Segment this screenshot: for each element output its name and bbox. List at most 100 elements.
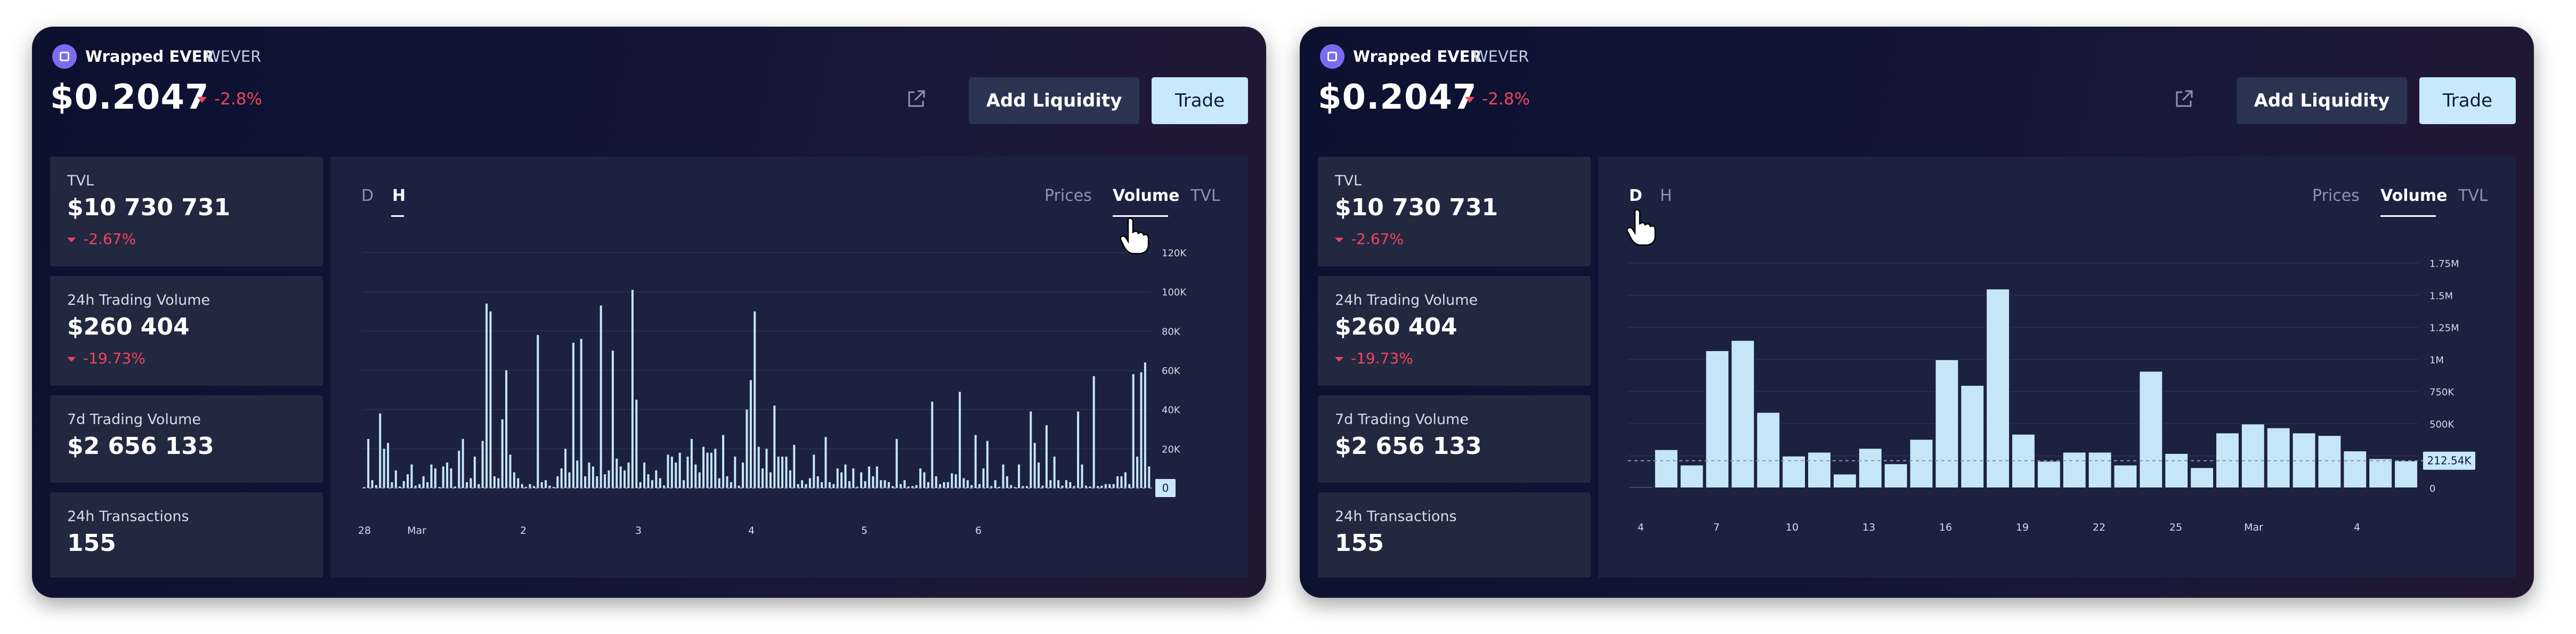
volume-bar-chart: 0250K500K750K1M1.25M1.5M1.75M212.54K4710…	[1628, 258, 2475, 533]
stat-card-24h-transactions: 24h Transactions 155	[1318, 492, 1591, 578]
chart-bar	[2164, 452, 2189, 489]
stat-value: $2 656 133	[1335, 433, 1482, 460]
stat-card-tvl: TVL $10 730 731 -2.67%	[1318, 157, 1591, 266]
trade-button[interactable]: Trade	[1152, 77, 1248, 124]
add-liquidity-button[interactable]: Add Liquidity	[969, 77, 1139, 124]
chart-bar	[1730, 339, 1755, 489]
chart-bar	[477, 484, 480, 488]
chart-bar	[1038, 462, 1040, 488]
stat-label: 24h Trading Volume	[1335, 292, 1478, 308]
chart-bar	[836, 468, 839, 488]
price-change: -2.8%	[1465, 90, 1530, 109]
chart-bar	[604, 474, 606, 488]
chart-bar	[466, 482, 468, 488]
token-panel: Wrapped EVER WEVER $0.2047 -2.8% Add Liq…	[32, 27, 1266, 598]
y-tick-label: 1.5M	[2429, 290, 2453, 302]
chart-bar	[655, 470, 658, 488]
chart-bar	[596, 476, 598, 488]
stat-label: TVL	[67, 173, 94, 189]
stat-change: -2.67%	[67, 230, 136, 248]
chart-bar	[529, 484, 531, 488]
chart-bar	[619, 466, 622, 488]
chart-bar	[746, 409, 748, 488]
chart-bar	[627, 462, 630, 488]
chart-bar	[808, 478, 811, 488]
chart-bar	[588, 462, 590, 488]
chart-bar	[986, 441, 989, 488]
stat-label: 24h Transactions	[1335, 508, 1457, 525]
chart-bar	[568, 472, 571, 488]
chart-bar	[1053, 457, 1056, 488]
chart-bar	[801, 480, 804, 488]
y-tick-label: 0	[2429, 483, 2435, 494]
current-value-label: 0	[1162, 482, 1169, 494]
chart-bar	[1045, 425, 1048, 488]
bar-series	[1629, 288, 2418, 489]
chart-bar	[824, 437, 827, 488]
chart-bar	[903, 480, 906, 488]
token-price: $0.2047	[50, 78, 209, 117]
trade-button[interactable]: Trade	[2419, 77, 2516, 124]
stat-label: TVL	[1335, 173, 1362, 189]
chart-bar	[394, 470, 397, 488]
chart-bar	[935, 476, 937, 488]
chart-bar	[900, 484, 902, 488]
chart-bar	[383, 449, 385, 488]
stat-label: 24h Trading Volume	[67, 292, 210, 308]
chart-bar	[769, 472, 772, 488]
stat-change: -19.73%	[67, 349, 145, 367]
y-tick-label: 20K	[1162, 444, 1181, 455]
chart-bar	[880, 480, 882, 488]
chart-bar	[426, 482, 429, 488]
chart-bar	[1030, 411, 1032, 488]
chart-bar	[895, 438, 898, 488]
chart-bar	[1116, 476, 1119, 488]
token-logo	[52, 44, 77, 69]
chart-bar	[1629, 486, 1653, 489]
x-tick-label: Mar	[2244, 522, 2263, 533]
external-link-icon[interactable]	[906, 89, 926, 109]
x-tick-label: 4	[2354, 522, 2360, 533]
chart-bar	[1132, 374, 1135, 488]
stat-label: 24h Transactions	[67, 508, 189, 525]
x-tick-label: 16	[1939, 522, 1952, 533]
chart-bar	[734, 457, 736, 488]
chart-bar	[635, 400, 638, 488]
chart-bar	[927, 482, 929, 488]
token-symbol: WEVER	[205, 47, 262, 66]
chart-bar	[434, 468, 436, 488]
x-tick-label: 10	[1786, 522, 1799, 533]
x-tick-label: 19	[2016, 522, 2029, 533]
chart-bar	[367, 438, 370, 488]
chart-bar	[2190, 467, 2215, 489]
chart-bar	[1756, 411, 1781, 489]
chart-bar	[1883, 463, 1908, 489]
chart-bar	[1002, 464, 1005, 488]
chart-bar	[647, 474, 650, 488]
chart-bar	[509, 454, 512, 488]
volume-bar-chart: 020K40K60K80K100K120K028Mar23456	[358, 248, 1187, 537]
y-tick-label: 500K	[2429, 419, 2455, 430]
external-link-icon[interactable]	[2174, 89, 2194, 109]
chart-bar	[868, 466, 870, 488]
chart-bar	[532, 486, 535, 488]
stat-change: -2.67%	[1335, 230, 1404, 248]
chart-bar	[943, 482, 945, 488]
chart-bar	[540, 482, 543, 488]
stat-card-24h-volume: 24h Trading Volume $260 404 -19.73%	[1318, 276, 1591, 386]
stat-card-7d-volume: 7d Trading Volume $2 656 133	[1318, 395, 1591, 483]
caret-down-icon	[67, 356, 76, 362]
chart-bar	[497, 478, 500, 488]
x-tick-label: 7	[1713, 522, 1720, 533]
chart-bar	[1960, 385, 1985, 489]
add-liquidity-button[interactable]: Add Liquidity	[2237, 77, 2407, 124]
chart-bar	[623, 470, 626, 488]
chart-bar	[974, 435, 977, 488]
stat-value: 155	[1335, 530, 1384, 557]
chart-bar	[1124, 472, 1127, 488]
chart-bar	[754, 311, 756, 488]
chart-bar	[2036, 460, 2061, 489]
chart-bar	[2368, 458, 2393, 489]
chart-bar	[781, 457, 784, 488]
y-tick-label: 1.75M	[2429, 258, 2459, 270]
